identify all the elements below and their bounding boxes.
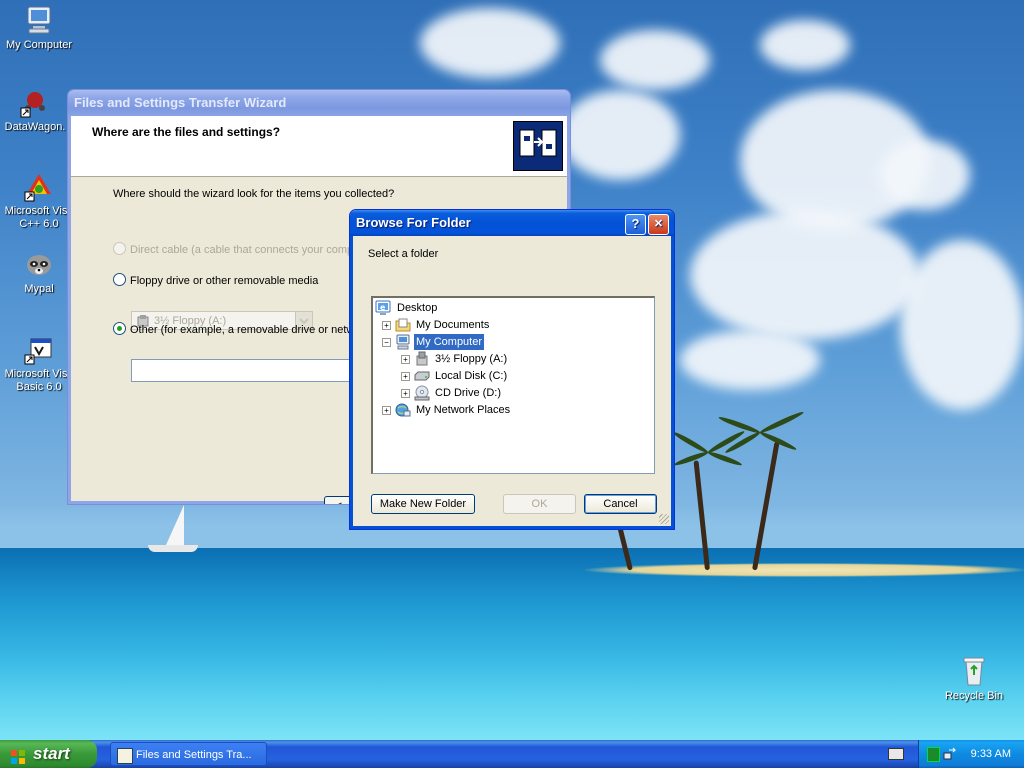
svg-text:e: e [380,303,386,312]
browse-for-folder-dialog: Browse For Folder ? ✕ Select a folder e … [349,209,675,530]
system-tray: 9:33 AM [918,740,1024,768]
wizard-page-title: Where are the files and settings? [92,125,281,139]
folder-tree[interactable]: e Desktop + My Documents − My Computer +… [371,296,655,474]
folder-icon [395,317,411,333]
cloud [900,240,1024,410]
collapse-icon[interactable]: − [382,338,391,347]
expand-icon[interactable]: + [401,372,410,381]
expand-icon[interactable]: + [401,389,410,398]
desktop-icon: e [375,300,391,316]
visual-cpp-icon [23,170,55,202]
radio-button [113,242,126,255]
tray-app-icon[interactable] [927,747,940,762]
wizard-transfer-icon [513,121,563,171]
taskbar: start Files and Settings Tra... 9:33 AM [0,740,1024,768]
cloud [880,140,970,210]
computer-icon [23,4,55,36]
browse-body: Select a folder e Desktop + My Documents… [350,236,674,529]
cancel-button[interactable]: Cancel [584,494,657,514]
visual-basic-icon [23,333,55,365]
make-new-folder-button[interactable]: Make New Folder [371,494,475,514]
windows-logo-icon [10,746,26,764]
cloud [600,30,710,90]
recycle-bin-icon [958,655,990,687]
wizard-title-bar[interactable]: Files and Settings Transfer Wizard [68,90,570,116]
option-other-location[interactable]: Other (for example, a removable drive or… [113,322,361,336]
computer-icon [395,334,411,350]
cloud [560,90,680,180]
hard-disk-icon [414,368,430,384]
expand-icon[interactable]: + [401,355,410,364]
desktop-icon-my-computer[interactable]: My Computer [0,4,78,52]
ok-button[interactable]: OK [503,494,576,514]
wizard-question: Where should the wizard look for the ite… [113,188,395,200]
cloud [690,210,920,340]
cloud [420,8,560,78]
close-button[interactable]: ✕ [648,214,669,235]
help-button[interactable]: ? [625,214,646,235]
network-tray-icon[interactable] [943,747,957,761]
resize-grip[interactable] [659,514,669,524]
expand-icon[interactable]: + [382,321,391,330]
network-icon [395,402,411,418]
cloud [680,330,820,390]
location-path-input[interactable] [131,359,363,382]
radio-button-selected[interactable] [113,322,126,335]
desktop-icon-datawagon[interactable]: DataWagon. [0,86,74,134]
clock[interactable]: 9:33 AM [971,740,1011,768]
expand-icon[interactable]: + [382,406,391,415]
browse-prompt: Select a folder [368,248,439,260]
floppy-icon [414,351,430,367]
island [585,563,1024,577]
desktop-icon-recycle-bin[interactable]: Recycle Bin [935,655,1013,703]
option-floppy-drive[interactable]: Floppy drive or other removable media [113,273,318,287]
cloud [760,20,850,70]
wizard-title: Files and Settings Transfer Wizard [74,95,287,110]
radio-button[interactable] [113,273,126,286]
browse-title-bar[interactable]: Browse For Folder ? ✕ [350,210,674,236]
datawagon-icon [19,86,51,118]
browse-title: Browse For Folder [356,215,471,230]
start-button[interactable]: start [0,740,97,768]
palm-frond [672,430,710,455]
palm-frond [758,409,805,435]
taskbar-item-transfer-wizard[interactable]: Files and Settings Tra... [110,742,267,766]
cd-drive-icon [414,385,430,401]
wizard-icon [117,748,133,764]
raccoon-icon [23,248,55,280]
palm-frond [673,450,709,468]
wizard-header: Where are the files and settings? [71,116,567,177]
sailboat-image [140,505,202,557]
option-direct-cable: Direct cable (a cable that connects your… [113,242,359,256]
keyboard-icon[interactable] [888,748,904,760]
